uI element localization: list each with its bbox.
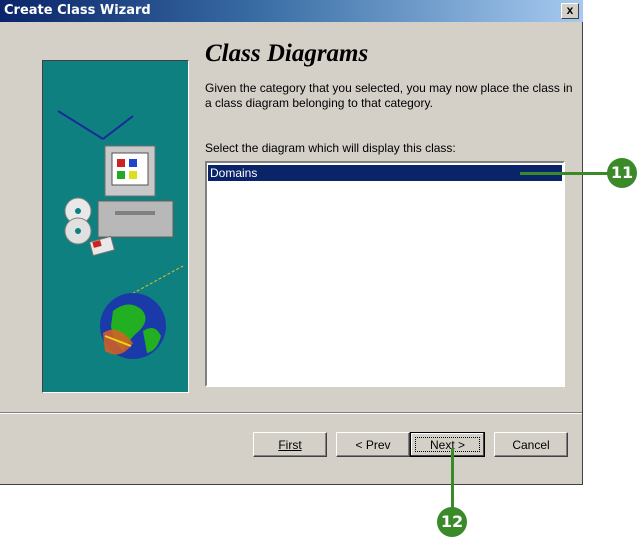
diagram-listbox[interactable]: Domains [205, 161, 565, 387]
computer-icon [97, 145, 174, 238]
cancel-button[interactable]: Cancel [494, 432, 568, 457]
cancel-button-label: Cancel [512, 437, 550, 452]
disk-icon [88, 235, 116, 257]
page-title: Class Diagrams [205, 40, 369, 67]
next-button[interactable]: Next > [410, 432, 485, 457]
prev-button[interactable]: < Prev [336, 432, 410, 457]
prev-button-label: < Prev [355, 437, 391, 452]
signal-line [127, 265, 184, 297]
callout-line-11 [520, 172, 608, 175]
first-button-label: First [278, 437, 302, 452]
list-item-domains[interactable]: Domains [208, 165, 562, 181]
page-description: Given the category that you selected, yo… [205, 81, 573, 110]
cd-icon [64, 197, 92, 245]
close-button[interactable]: x [561, 3, 579, 19]
focus-rectangle [415, 437, 480, 452]
callout-badge-11: 11 [607, 158, 637, 188]
title-bar[interactable]: Create Class Wizard x [0, 0, 583, 22]
create-class-wizard-dialog: Create Class Wizard x Class Diagrams Giv… [0, 0, 583, 485]
window-title: Create Class Wizard [4, 3, 151, 18]
button-separator [0, 412, 582, 414]
callout-line-12 [451, 448, 454, 508]
callout-badge-12: 12 [437, 507, 467, 537]
globe-icon [100, 293, 166, 359]
network-line [57, 110, 104, 140]
network-line [102, 115, 134, 140]
diagram-select-label: Select the diagram which will display th… [205, 141, 456, 155]
first-button[interactable]: First [253, 432, 327, 457]
wizard-illustration [42, 60, 189, 393]
computer-globe-artwork [57, 110, 184, 359]
